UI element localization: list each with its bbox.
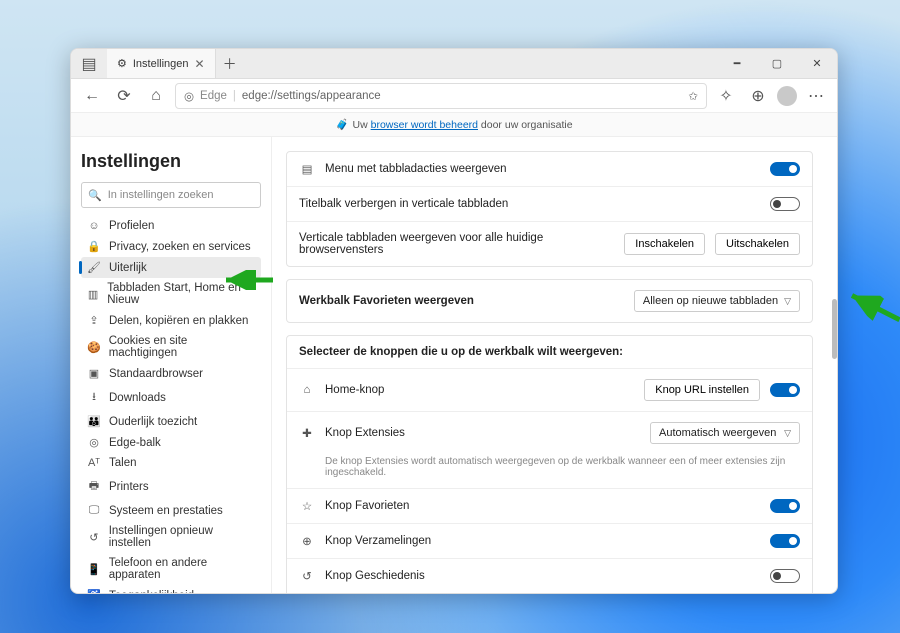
set-home-url-button[interactable]: Knop URL instellen <box>644 379 760 401</box>
address-bar[interactable]: ◎ Edge | edge://settings/appearance ✩ <box>175 83 707 109</box>
tab-title: Instellingen <box>133 58 189 70</box>
titlebar: ▤ ⚙ Instellingen ✕ ＋ ━ ▢ ✕ <box>71 49 837 79</box>
tabs-icon: ▥ <box>87 288 99 301</box>
edge-icon: ◎ <box>87 436 101 449</box>
browser-tab[interactable]: ⚙ Instellingen ✕ <box>107 49 216 78</box>
row-label: Menu met tabbladacties weergeven <box>325 163 760 175</box>
row-label: Titelbalk verbergen in verticale tabblad… <box>299 198 760 210</box>
sidebar-item-default-browser[interactable]: ▣Standaardbrowser <box>81 363 261 384</box>
favorites-icon[interactable]: ✧ <box>713 83 739 109</box>
row-label: Verticale tabbladen weergeven voor alle … <box>299 232 614 256</box>
annotation-arrow <box>218 270 278 290</box>
cookie-icon: 🍪 <box>87 341 101 354</box>
managed-link[interactable]: browser wordt beheerd <box>371 119 478 131</box>
extensions-icon: ✚ <box>299 426 315 440</box>
minimize-button[interactable]: ━ <box>717 49 757 78</box>
history-icon: ↺ <box>299 569 315 583</box>
back-button[interactable]: ← <box>79 83 105 109</box>
language-icon: Aᵀ <box>87 457 101 469</box>
disable-button[interactable]: Uitschakelen <box>715 233 800 255</box>
annotation-arrow <box>840 275 900 338</box>
edge-settings-window: ▤ ⚙ Instellingen ✕ ＋ ━ ▢ ✕ ← ⟳ ⌂ ◎ Edge … <box>70 48 838 594</box>
lock-icon: 🔒 <box>87 240 101 253</box>
collections-icon[interactable]: ⊕ <box>745 83 771 109</box>
sidebar-item-phone[interactable]: 📱Telefoon en andere apparaten <box>81 553 261 585</box>
close-window-button[interactable]: ✕ <box>797 49 837 78</box>
sidebar-title: Instellingen <box>81 151 261 172</box>
brush-icon: 🖌 <box>87 261 101 274</box>
sidebar-item-printers[interactable]: 🖶Printers <box>81 473 261 500</box>
tab-actions-card: ▤ Menu met tabbladacties weergeven Titel… <box>286 151 813 267</box>
scheme-label: Edge <box>200 90 227 102</box>
accessibility-icon: ♿ <box>87 589 101 593</box>
reset-icon: ↺ <box>87 531 101 544</box>
search-placeholder: In instellingen zoeken <box>108 189 214 201</box>
toggle-collections-button[interactable] <box>770 534 800 548</box>
sidebar-item-edgebar[interactable]: ◎Edge-balk <box>81 432 261 453</box>
profile-icon: ☺ <box>87 220 101 232</box>
share-icon: ⇪ <box>87 314 101 327</box>
phone-icon: 📱 <box>87 563 101 576</box>
settings-sidebar: Instellingen 🔍 In instellingen zoeken ☺P… <box>71 137 271 593</box>
sidebar-item-privacy[interactable]: 🔒Privacy, zoeken en services <box>81 236 261 257</box>
chevron-down-icon: ▽ <box>784 296 791 307</box>
printer-icon: 🖶 <box>87 477 101 496</box>
favorites-bar-card: Werkbalk Favorieten weergeven Alleen op … <box>286 279 813 323</box>
toolbar-buttons-card: Selecteer de knoppen die u op de werkbal… <box>286 335 813 593</box>
row-label: Werkbalk Favorieten weergeven <box>299 295 624 307</box>
more-menu-button[interactable]: ⋯ <box>803 83 829 109</box>
sidebar-item-profiles[interactable]: ☺Profielen <box>81 216 261 236</box>
sidebar-item-accessibility[interactable]: ♿Toegankelijkheid <box>81 585 261 593</box>
browser-icon: ▣ <box>87 367 101 380</box>
toolbar: ← ⟳ ⌂ ◎ Edge | edge://settings/appearanc… <box>71 79 837 113</box>
row-label: Knop Verzamelingen <box>325 535 760 547</box>
url-text: edge://settings/appearance <box>242 90 381 102</box>
search-icon: 🔍 <box>88 189 102 202</box>
home-button[interactable]: ⌂ <box>143 83 169 109</box>
row-label: Home-knop <box>325 384 634 396</box>
sidebar-item-languages[interactable]: AᵀTalen <box>81 453 261 473</box>
home-icon: ⌂ <box>299 384 315 396</box>
collections-icon: ⊕ <box>299 534 315 548</box>
star-icon: ☆ <box>299 499 315 513</box>
sidebar-item-cookies[interactable]: 🍪Cookies en site machtigingen <box>81 331 261 363</box>
menu-icon: ▤ <box>299 162 315 176</box>
section-heading: Selecteer de knoppen die u op de werkbal… <box>287 336 812 368</box>
toggle-hide-titlebar[interactable] <box>770 197 800 211</box>
tab-actions-icon[interactable]: ▤ <box>71 49 107 78</box>
settings-search-input[interactable]: 🔍 In instellingen zoeken <box>81 182 261 208</box>
row-subtext: De knop Extensies wordt automatisch weer… <box>299 456 800 478</box>
extensions-button-select[interactable]: Automatisch weergeven ▽ <box>650 422 800 444</box>
sidebar-item-downloads[interactable]: ⭳Downloads <box>81 384 261 411</box>
toggle-home-button[interactable] <box>770 383 800 397</box>
profile-avatar[interactable] <box>777 86 797 106</box>
favorites-bar-select[interactable]: Alleen op nieuwe tabbladen ▽ <box>634 290 800 312</box>
new-tab-button[interactable]: ＋ <box>216 49 244 78</box>
edge-logo-icon: ◎ <box>184 89 194 103</box>
row-label: Knop Favorieten <box>325 500 760 512</box>
close-tab-icon[interactable]: ✕ <box>195 57 205 71</box>
enable-button[interactable]: Inschakelen <box>624 233 705 255</box>
gear-icon: ⚙ <box>117 57 127 70</box>
row-label: Knop Extensies <box>325 427 640 439</box>
briefcase-icon: 🧳 <box>335 118 348 131</box>
toggle-favorites-button[interactable] <box>770 499 800 513</box>
toggle-tab-actions-menu[interactable] <box>770 162 800 176</box>
sidebar-item-share[interactable]: ⇪Delen, kopiëren en plakken <box>81 310 261 331</box>
chevron-down-icon: ▽ <box>784 428 791 439</box>
sidebar-item-reset[interactable]: ↺Instellingen opnieuw instellen <box>81 521 261 553</box>
sidebar-item-system[interactable]: 🖵Systeem en prestaties <box>81 500 261 521</box>
row-label: Knop Geschiedenis <box>325 570 760 582</box>
maximize-button[interactable]: ▢ <box>757 49 797 78</box>
family-icon: 👪 <box>87 415 101 428</box>
settings-content: ▤ Menu met tabbladacties weergeven Titel… <box>272 137 837 593</box>
system-icon: 🖵 <box>87 504 101 517</box>
download-icon: ⭳ <box>87 388 101 407</box>
favorite-star-icon[interactable]: ✩ <box>688 89 698 103</box>
toggle-history-button[interactable] <box>770 569 800 583</box>
managed-notice: 🧳 Uw browser wordt beheerd door uw organ… <box>71 113 837 137</box>
refresh-button[interactable]: ⟳ <box>111 83 137 109</box>
sidebar-item-family[interactable]: 👪Ouderlijk toezicht <box>81 411 261 432</box>
